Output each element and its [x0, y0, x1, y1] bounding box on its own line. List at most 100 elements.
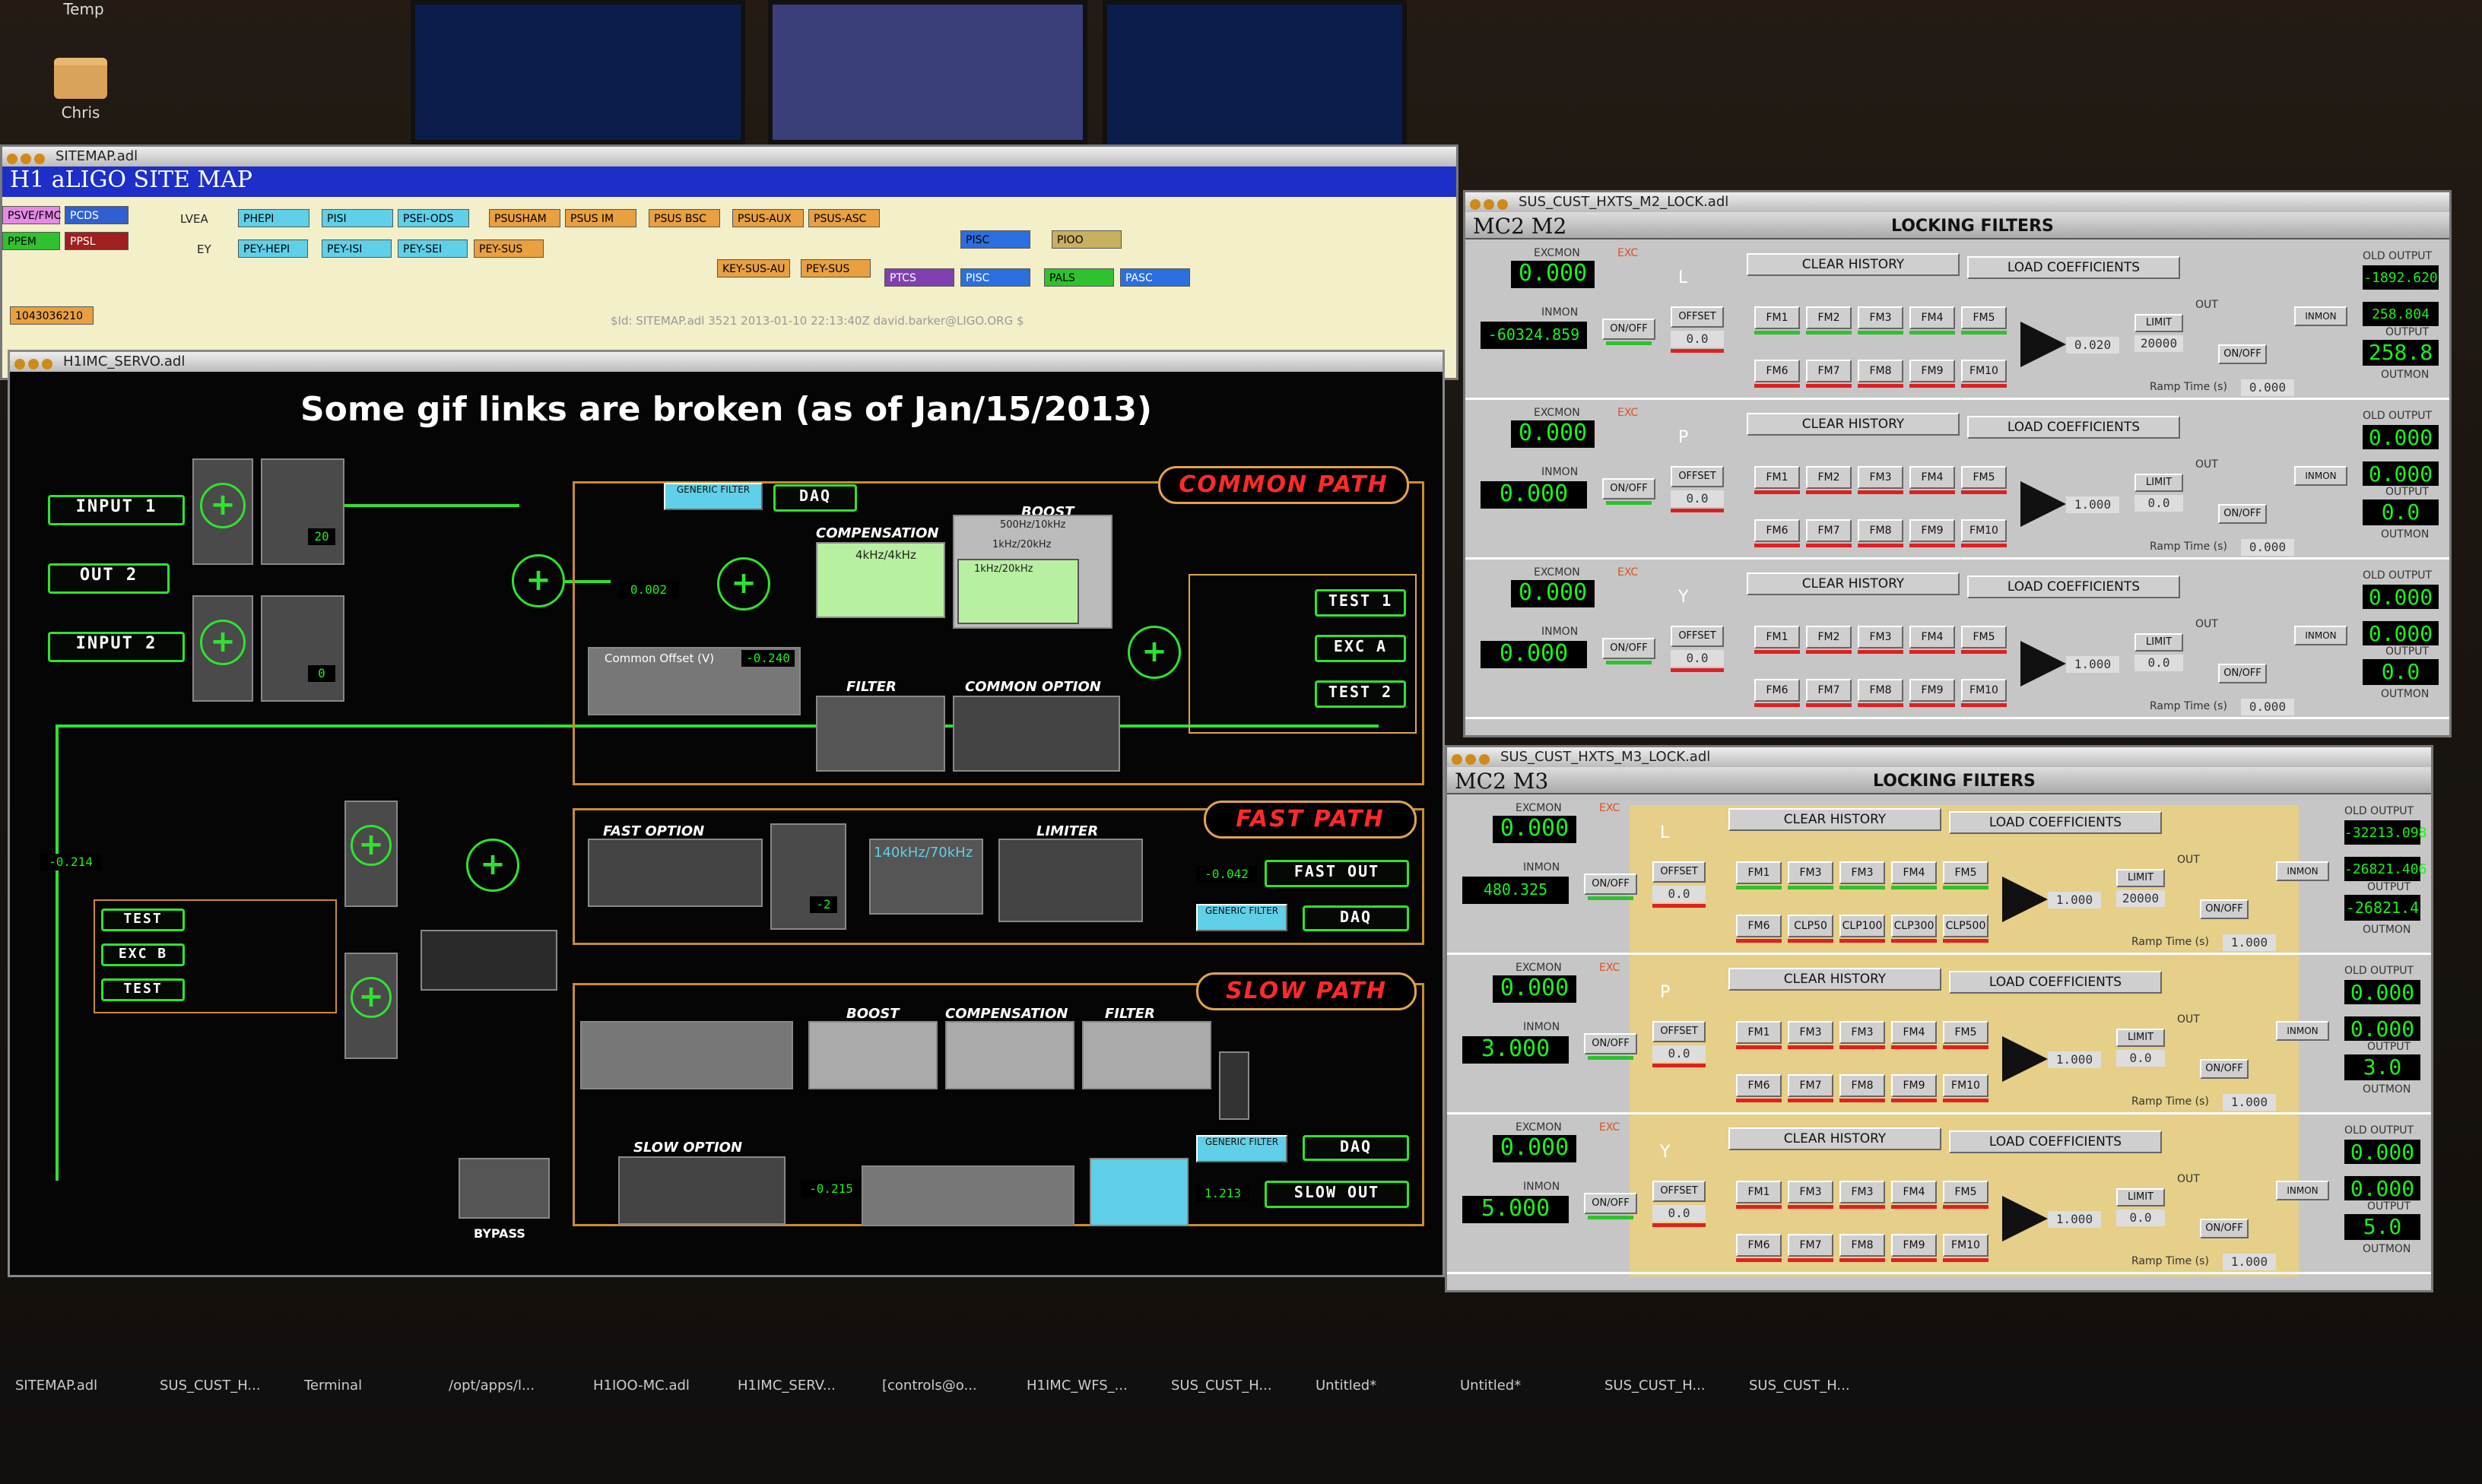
- m2-clear-history-P[interactable]: CLEAR HISTORY: [1747, 413, 1960, 436]
- m3-fm-fm4-button[interactable]: FM4: [1891, 861, 1937, 884]
- test2-button[interactable]: TEST 2: [1315, 680, 1406, 708]
- m3-load-coefficients-P[interactable]: LOAD COEFFICIENTS: [1949, 971, 2162, 994]
- sitemap-tag2-pasc[interactable]: PASC: [1120, 268, 1190, 287]
- m3-limit-Y[interactable]: LIMIT: [2116, 1188, 2165, 1207]
- m3-fm-fm4-button[interactable]: FM4: [1891, 1021, 1937, 1044]
- m3-input-onoff-P[interactable]: ON/OFF: [1584, 1033, 1637, 1054]
- m3-fm-fm7-button[interactable]: FM7: [1788, 1074, 1833, 1097]
- m3-fm-clp300-button[interactable]: CLP300: [1891, 915, 1937, 937]
- m3-fm-fm6-button[interactable]: FM6: [1736, 915, 1782, 937]
- m2-clear-history-L[interactable]: CLEAR HISTORY: [1747, 253, 1960, 276]
- m2-fm-fm8-button[interactable]: FM8: [1858, 519, 1903, 542]
- sitemap-tag-psus-im[interactable]: PSUS IM: [565, 209, 636, 227]
- m2-fm-fm3-button[interactable]: FM3: [1858, 626, 1903, 648]
- m3-clear-history-P[interactable]: CLEAR HISTORY: [1728, 968, 1941, 991]
- m2-fm-fm8-button[interactable]: FM8: [1858, 679, 1903, 702]
- generic-filter3-button[interactable]: GENERIC FILTER: [1196, 1135, 1287, 1162]
- m2-fm-fm7-button[interactable]: FM7: [1806, 679, 1852, 702]
- m2-limit-L[interactable]: LIMIT: [2134, 314, 2183, 332]
- m2-input-onoff-L[interactable]: ON/OFF: [1602, 319, 1655, 340]
- slow-out-button[interactable]: SLOW OUT: [1265, 1181, 1409, 1208]
- m3-ezmatrix-Y[interactable]: INMON: [2276, 1181, 2329, 1200]
- m3-fm-fm3-button[interactable]: FM3: [1788, 1181, 1833, 1203]
- taskbar-item[interactable]: H1IMC_WFS_...: [1027, 1378, 1128, 1394]
- m2-fm-fm10-button[interactable]: FM10: [1961, 519, 2007, 542]
- limiter-control[interactable]: [998, 839, 1143, 922]
- m2-load-coefficients-Y[interactable]: LOAD COEFFICIENTS: [1967, 576, 2180, 598]
- sitemap-titlebar[interactable]: SITEMAP.adl: [2, 147, 1456, 166]
- m2-fm-fm5-button[interactable]: FM5: [1961, 306, 2007, 329]
- servo-titlebar[interactable]: H1IMC_SERVO.adl: [10, 352, 1443, 372]
- taskbar-item[interactable]: Untitled*: [1460, 1378, 1521, 1394]
- m3-fm-fm6-button[interactable]: FM6: [1736, 1074, 1782, 1097]
- m2-fm-fm3-button[interactable]: FM3: [1858, 306, 1903, 329]
- input2-switch[interactable]: +: [192, 595, 253, 702]
- m3-input-onoff-Y[interactable]: ON/OFF: [1584, 1193, 1637, 1214]
- sitemap-tag2-pey-sei[interactable]: PEY-SEI: [398, 239, 468, 258]
- m2-fm-fm3-button[interactable]: FM3: [1858, 466, 1903, 489]
- m2-ezmatrix-Y[interactable]: INMON: [2294, 626, 2347, 645]
- m3-fm-fm6-button[interactable]: FM6: [1736, 1234, 1782, 1257]
- boost-control[interactable]: 500Hz/10kHz 1kHz/20kHz 1kHz/20kHz: [953, 515, 1112, 629]
- m2-output-onoff-L[interactable]: ON/OFF: [2218, 344, 2267, 364]
- m3-fm-fm9-button[interactable]: FM9: [1891, 1234, 1937, 1257]
- slow-offset-slider[interactable]: [580, 1021, 793, 1089]
- slow-switch-2[interactable]: [1219, 1051, 1249, 1120]
- sitemap-tag2-pisc[interactable]: PISC: [960, 268, 1030, 287]
- m3-fm-fm3-button[interactable]: FM3: [1839, 861, 1885, 884]
- m3-titlebar[interactable]: SUS_CUST_HXTS_M3_LOCK.adl: [1447, 747, 2431, 767]
- slow-output-offset[interactable]: [862, 1165, 1074, 1226]
- m3-fm-fm4-button[interactable]: FM4: [1891, 1181, 1937, 1203]
- m2-fm-fm9-button[interactable]: FM9: [1909, 519, 1955, 542]
- m2-output-onoff-Y[interactable]: ON/OFF: [2218, 664, 2267, 683]
- m2-fm-fm2-button[interactable]: FM2: [1806, 626, 1852, 648]
- m3-fm-fm1-button[interactable]: FM1: [1736, 1181, 1782, 1203]
- sitemap-tag-psus-asc[interactable]: PSUS-ASC: [808, 209, 880, 227]
- m3-fm-fm5-button[interactable]: FM5: [1943, 861, 1988, 884]
- m3-clear-history-L[interactable]: CLEAR HISTORY: [1728, 808, 1941, 831]
- m2-fm-fm10-button[interactable]: FM10: [1961, 679, 2007, 702]
- taskbar-item[interactable]: SITEMAP.adl: [15, 1378, 97, 1394]
- m3-gain-L[interactable]: 1.000: [2048, 892, 2101, 908]
- m3-fm-fm10-button[interactable]: FM10: [1943, 1234, 1988, 1257]
- m2-ezmatrix-P[interactable]: INMON: [2294, 466, 2347, 486]
- m3-fm-fm7-button[interactable]: FM7: [1788, 1234, 1833, 1257]
- m3-offset-Y[interactable]: OFFSET: [1652, 1181, 1706, 1202]
- sitemap-tag-psusham[interactable]: PSUSHAM: [489, 209, 560, 227]
- filter-control[interactable]: [816, 696, 945, 772]
- sitemap-tag-psus-bsc[interactable]: PSUS BSC: [649, 209, 720, 227]
- temp-folder-icon[interactable]: Temp: [30, 0, 137, 18]
- m2-fm-fm6-button[interactable]: FM6: [1754, 519, 1800, 542]
- filter-slow-control[interactable]: [1082, 1021, 1211, 1089]
- m3-offset-P[interactable]: OFFSET: [1652, 1021, 1706, 1042]
- input1-gain-slider[interactable]: 20: [261, 458, 344, 565]
- m2-fm-fm6-button[interactable]: FM6: [1754, 679, 1800, 702]
- m2-fm-fm5-button[interactable]: FM5: [1961, 466, 2007, 489]
- m2-titlebar[interactable]: SUS_CUST_HXTS_M2_LOCK.adl: [1465, 192, 2449, 212]
- m3-fm-clp500-button[interactable]: CLP500: [1943, 915, 1988, 937]
- taskbar-item[interactable]: /opt/apps/l...: [449, 1378, 535, 1394]
- m3-fm-fm9-button[interactable]: FM9: [1891, 1074, 1937, 1097]
- m2-fm-fm6-button[interactable]: FM6: [1754, 360, 1800, 382]
- m2-fm-fm7-button[interactable]: FM7: [1806, 360, 1852, 382]
- taskbar-item[interactable]: [controls@o...: [882, 1378, 977, 1394]
- m2-fm-fm8-button[interactable]: FM8: [1858, 360, 1903, 382]
- out2-button[interactable]: OUT 2: [48, 563, 170, 594]
- m3-ezmatrix-P[interactable]: INMON: [2276, 1021, 2329, 1041]
- taskbar-item[interactable]: SUS_CUST_H...: [160, 1378, 261, 1394]
- m2-fm-fm4-button[interactable]: FM4: [1909, 306, 1955, 329]
- compensation-slow-control[interactable]: [945, 1021, 1074, 1089]
- m3-fm-fm10-button[interactable]: FM10: [1943, 1074, 1988, 1097]
- m2-fm-fm1-button[interactable]: FM1: [1754, 306, 1800, 329]
- m2-fm-fm1-button[interactable]: FM1: [1754, 466, 1800, 489]
- m3-ramp-P[interactable]: 1.000: [2223, 1094, 2276, 1111]
- m3-fm-fm8-button[interactable]: FM8: [1839, 1074, 1885, 1097]
- m2-offset-P[interactable]: OFFSET: [1671, 466, 1724, 487]
- sitemap-tag2-pey-sus[interactable]: PEY-SUS: [801, 259, 871, 277]
- exc-a-button[interactable]: EXC A: [1315, 635, 1406, 662]
- daq-top-button[interactable]: DAQ: [773, 484, 857, 512]
- m3-limit-L[interactable]: LIMIT: [2116, 869, 2165, 887]
- m3-gain-Y[interactable]: 1.000: [2048, 1211, 2101, 1228]
- generic-filter-button[interactable]: GENERIC FILTER: [664, 483, 763, 510]
- m3-load-coefficients-L[interactable]: LOAD COEFFICIENTS: [1949, 811, 2162, 834]
